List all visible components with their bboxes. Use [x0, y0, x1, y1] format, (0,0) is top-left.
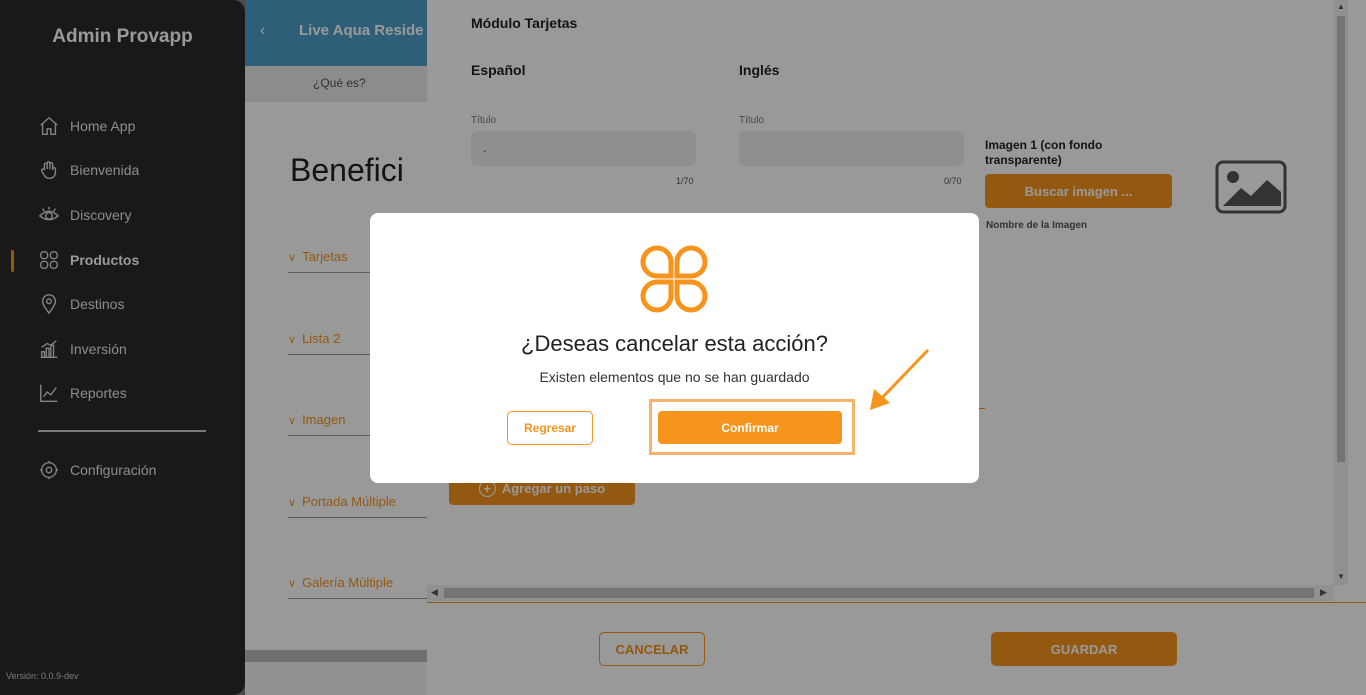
back-button[interactable]: Regresar	[507, 411, 593, 445]
pointer-arrow-icon	[870, 348, 930, 410]
clover-logo-icon	[640, 245, 708, 313]
confirm-button[interactable]: Confirmar	[658, 411, 842, 444]
